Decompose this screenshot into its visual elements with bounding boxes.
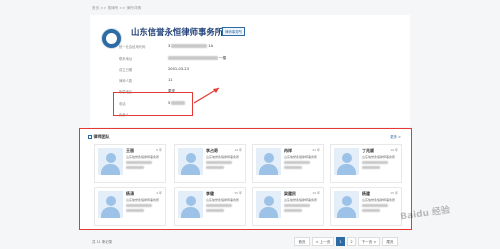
team-more-link[interactable]: 更多 >: [390, 134, 401, 139]
lawyer-name: 王丽: [126, 148, 134, 153]
lawyer-firm: 山东信誉永恒律师事务所: [126, 198, 160, 202]
first-page-button[interactable]: 首页: [294, 237, 310, 246]
lawyer-years: 19 年: [234, 148, 242, 152]
lawyer-firm: 山东信誉永恒律师事务所: [362, 155, 396, 159]
lawyer-name: 丁兆顺: [362, 148, 374, 153]
lawyer-card[interactable]: 杨建 15 年 山东信誉永恒律师事务所: [330, 187, 402, 226]
lawyer-years: 22 年: [312, 148, 320, 152]
breadcrumb[interactable]: 首页 >> 搜律所 >> 律所详情: [92, 6, 141, 11]
lawyer-years: 15 年: [234, 191, 242, 195]
lawyer-years: 6 年: [156, 148, 162, 152]
total-records: 共 11 条记录: [92, 240, 113, 244]
firm-name: 山东信誉永恒律师事务所: [131, 27, 224, 37]
lawyer-firm: 山东信誉永恒律师事务所: [206, 155, 240, 159]
lawyer-years: 4 年: [156, 191, 162, 195]
page-2-button[interactable]: 2: [347, 237, 356, 246]
lawyer-card[interactable]: 李健 15 年 山东信誉永恒律师事务所: [174, 187, 246, 226]
lawyer-firm: 山东信誉永恒律师事务所: [284, 155, 318, 159]
lawyer-card[interactable]: 丁兆顺 19 年 山东信誉永恒律师事务所: [330, 144, 402, 183]
info-label-lawyer-count: 律师人数: [119, 79, 133, 83]
avatar: [98, 148, 123, 175]
page: 首页 >> 搜律所 >> 律所详情 山东信誉永恒律师事务所 律师事务所 统一社会…: [0, 0, 500, 249]
info-value-address: 一楼: [168, 56, 226, 61]
avatar: [178, 191, 203, 218]
lawyer-years: 19 年: [390, 148, 398, 152]
lawyer-name: 杨涛: [126, 191, 134, 196]
phone-highlight-box: [113, 92, 193, 116]
lawyer-name: 梁建民: [284, 191, 296, 196]
info-value-credit-code: 3 1A: [168, 44, 214, 48]
info-value-lawyer-count: 11: [168, 78, 173, 82]
lawyer-card[interactable]: 杨涛 4 年 山东信誉永恒律师事务所: [94, 187, 166, 226]
firm-type-badge: 律师事务所: [222, 27, 245, 36]
avatar: [334, 191, 359, 218]
info-label-founded: 成立日期: [119, 68, 133, 72]
info-value-founded: 2001-03-23: [168, 67, 189, 71]
lawyer-card[interactable]: 王丽 6 年 山东信誉永恒律师事务所: [94, 144, 166, 183]
info-label-credit-code: 统一社会信用代码: [119, 45, 146, 49]
next-page-button[interactable]: 下一页 >: [358, 237, 380, 246]
avatar: [256, 148, 281, 175]
info-label-address: 联系地址: [119, 57, 133, 61]
avatar: [178, 148, 203, 175]
lawyer-firm: 山东信誉永恒律师事务所: [126, 155, 160, 159]
lawyer-years: 19 年: [312, 191, 320, 195]
team-icon: [88, 135, 92, 139]
page-1-button[interactable]: 1: [336, 237, 345, 246]
lawyer-name: 冉祥: [284, 148, 292, 153]
avatar: [256, 191, 281, 218]
lawyer-years: 15 年: [390, 191, 398, 195]
lawyer-firm: 山东信誉永恒律师事务所: [362, 198, 396, 202]
lawyer-name: 杨建: [362, 191, 370, 196]
lawyer-firm: 山东信誉永恒律师事务所: [284, 198, 318, 202]
lawyer-team-section: 律师团队 更多 > 王丽 6 年 山东信誉永恒律师事务所 李占奇 19 年 山东…: [79, 128, 412, 230]
last-page-button[interactable]: 尾页: [382, 237, 398, 246]
lawyer-card[interactable]: 冉祥 22 年 山东信誉永恒律师事务所: [252, 144, 324, 183]
prev-page-button[interactable]: < 上一页: [312, 237, 334, 246]
lawyer-firm: 山东信誉永恒律师事务所: [206, 198, 240, 202]
lawyer-name: 李健: [206, 191, 214, 196]
lawyer-name: 李占奇: [206, 148, 218, 153]
team-title: 律师团队: [88, 134, 110, 140]
avatar: [98, 191, 123, 218]
avatar: [334, 148, 359, 175]
lawyer-card[interactable]: 梁建民 19 年 山东信誉永恒律师事务所: [252, 187, 324, 226]
lawyer-card[interactable]: 李占奇 19 年 山东信誉永恒律师事务所: [174, 144, 246, 183]
